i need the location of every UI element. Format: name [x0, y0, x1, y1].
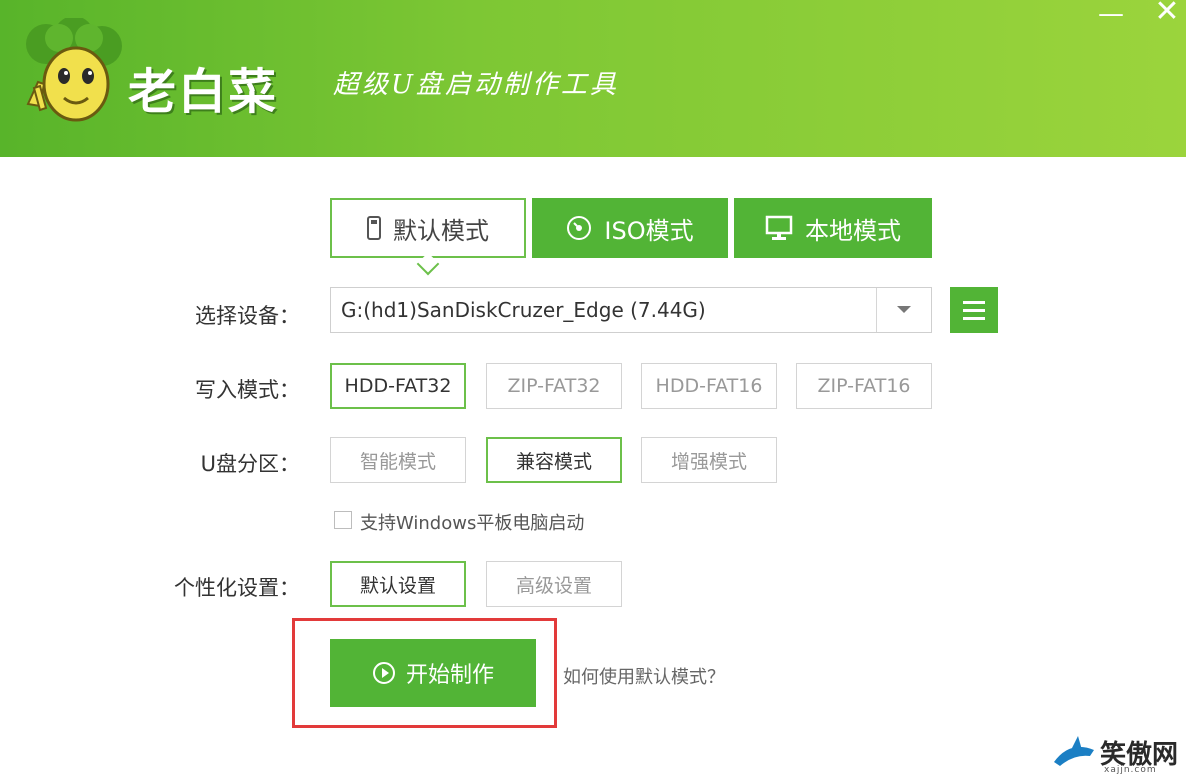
- write-mode-label: 写入模式：: [195, 378, 300, 402]
- app-slogan: 超级U盘启动制作工具: [333, 70, 619, 100]
- play-circle-icon: [372, 661, 396, 685]
- partition-smart-mode[interactable]: 智能模式: [330, 437, 466, 483]
- monitor-icon: [765, 215, 793, 241]
- personalize-label: 个性化设置：: [174, 576, 300, 600]
- tab-label: 本地模式: [805, 216, 901, 245]
- personalize-default-button[interactable]: 默认设置: [330, 561, 466, 607]
- title-bar: 老白菜 超级U盘启动制作工具 — ✕: [0, 0, 1186, 157]
- write-mode-zip-fat32[interactable]: ZIP-FAT32: [486, 363, 622, 409]
- close-button[interactable]: ✕: [1152, 0, 1182, 27]
- menu-icon: [963, 300, 985, 304]
- device-menu-button[interactable]: [950, 287, 998, 333]
- tab-label: ISO模式: [604, 216, 694, 245]
- tablet-support-label[interactable]: 支持Windows平板电脑启动: [360, 509, 584, 535]
- tab-default-mode[interactable]: 默认模式: [330, 198, 526, 258]
- device-select[interactable]: G:(hd1)SanDiskCruzer_Edge (7.44G): [330, 287, 932, 333]
- partition-label: U盘分区：: [200, 452, 300, 476]
- tab-local-mode[interactable]: 本地模式: [734, 198, 932, 258]
- personalize-advanced-button[interactable]: 高级设置: [486, 561, 622, 607]
- partition-enhanced-mode[interactable]: 增强模式: [641, 437, 777, 483]
- chevron-down-icon[interactable]: [876, 288, 931, 332]
- device-value: G:(hd1)SanDiskCruzer_Edge (7.44G): [341, 298, 706, 322]
- disc-icon: [566, 215, 592, 241]
- write-mode-hdd-fat32[interactable]: HDD-FAT32: [330, 363, 466, 409]
- start-button-label: 开始制作: [405, 663, 494, 688]
- partition-compat-mode[interactable]: 兼容模式: [486, 437, 622, 483]
- app-title: 老白菜: [128, 64, 279, 120]
- watermark-subtext: xajjn.com: [1104, 765, 1157, 775]
- write-mode-hdd-fat16[interactable]: HDD-FAT16: [641, 363, 777, 409]
- tablet-support-checkbox[interactable]: [334, 511, 352, 529]
- minimize-button[interactable]: —: [1096, 1, 1126, 27]
- cabbage-mascot-logo: [26, 18, 122, 122]
- help-link[interactable]: 如何使用默认模式？: [563, 663, 725, 689]
- write-mode-zip-fat16[interactable]: ZIP-FAT16: [796, 363, 932, 409]
- start-button[interactable]: 开始制作: [330, 639, 536, 707]
- tab-iso-mode[interactable]: ISO模式: [532, 198, 728, 258]
- tab-label: 默认模式: [393, 216, 489, 245]
- usb-drive-icon: [367, 216, 381, 240]
- device-label: 选择设备：: [195, 304, 300, 328]
